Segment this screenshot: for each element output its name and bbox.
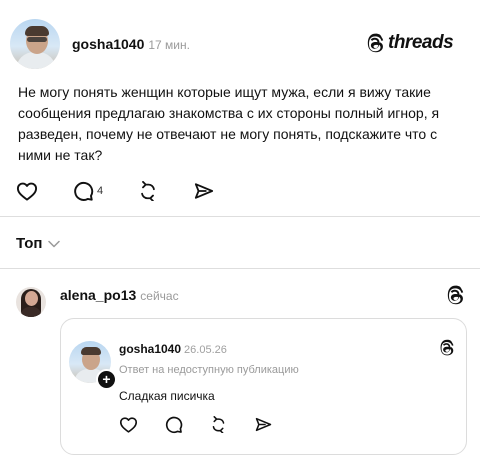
threads-logo[interactable]: threads xyxy=(366,32,454,54)
comment-icon xyxy=(165,416,183,434)
reply-author-username[interactable]: alena_po13 xyxy=(60,287,136,303)
heart-icon xyxy=(16,182,38,201)
post-body: Не могу понять женщин которые ищут мужа,… xyxy=(18,84,440,163)
threads-logo-text: threads xyxy=(388,32,454,53)
reply-timestamp: сейчас xyxy=(140,289,179,303)
quoted-share-button[interactable] xyxy=(254,416,273,433)
threads-logo-icon xyxy=(367,33,384,52)
quoted-subtitle: Ответ на недоступную публикацию xyxy=(119,364,299,376)
divider xyxy=(0,268,480,269)
plus-icon: + xyxy=(102,371,111,387)
repost-icon xyxy=(212,416,225,433)
like-button[interactable] xyxy=(16,181,38,201)
quoted-post-card[interactable]: + gosha1040 26.05.26 Ответ на недоступну… xyxy=(60,318,467,455)
post-timestamp: 17 мин. xyxy=(148,38,190,52)
share-icon xyxy=(255,417,272,432)
post-actions: 4 xyxy=(16,180,249,202)
divider xyxy=(0,216,480,217)
comment-icon xyxy=(74,181,94,201)
reply-header: alena_po13 сейчас xyxy=(60,287,179,303)
quoted-like-button[interactable] xyxy=(119,416,138,433)
threads-logo-icon[interactable] xyxy=(446,285,465,306)
author-username[interactable]: gosha1040 xyxy=(72,36,144,52)
quoted-repost-button[interactable] xyxy=(209,416,228,433)
quoted-comment-button[interactable] xyxy=(164,415,183,434)
author-avatar[interactable] xyxy=(10,19,60,69)
share-icon xyxy=(195,183,214,199)
quoted-header: gosha1040 26.05.26 xyxy=(119,342,227,356)
chevron-down-icon xyxy=(48,240,61,247)
post-header: gosha1040 17 мин. xyxy=(72,36,190,52)
sort-label: Топ xyxy=(16,235,43,252)
repost-button[interactable] xyxy=(137,181,159,201)
share-button[interactable] xyxy=(193,181,215,201)
threads-logo-icon[interactable] xyxy=(439,339,455,357)
sort-dropdown[interactable]: Топ xyxy=(16,235,61,252)
quoted-author-username[interactable]: gosha1040 xyxy=(119,342,181,356)
repost-icon xyxy=(141,181,155,201)
comment-button[interactable]: 4 xyxy=(72,180,103,202)
quoted-date: 26.05.26 xyxy=(184,344,227,356)
reply-count: 4 xyxy=(97,185,104,197)
follow-plus-button[interactable]: + xyxy=(96,369,117,390)
quoted-body: Сладкая писичка xyxy=(119,389,215,403)
quoted-actions xyxy=(119,415,299,434)
reply-author-avatar[interactable] xyxy=(16,287,46,317)
heart-icon xyxy=(119,417,138,433)
